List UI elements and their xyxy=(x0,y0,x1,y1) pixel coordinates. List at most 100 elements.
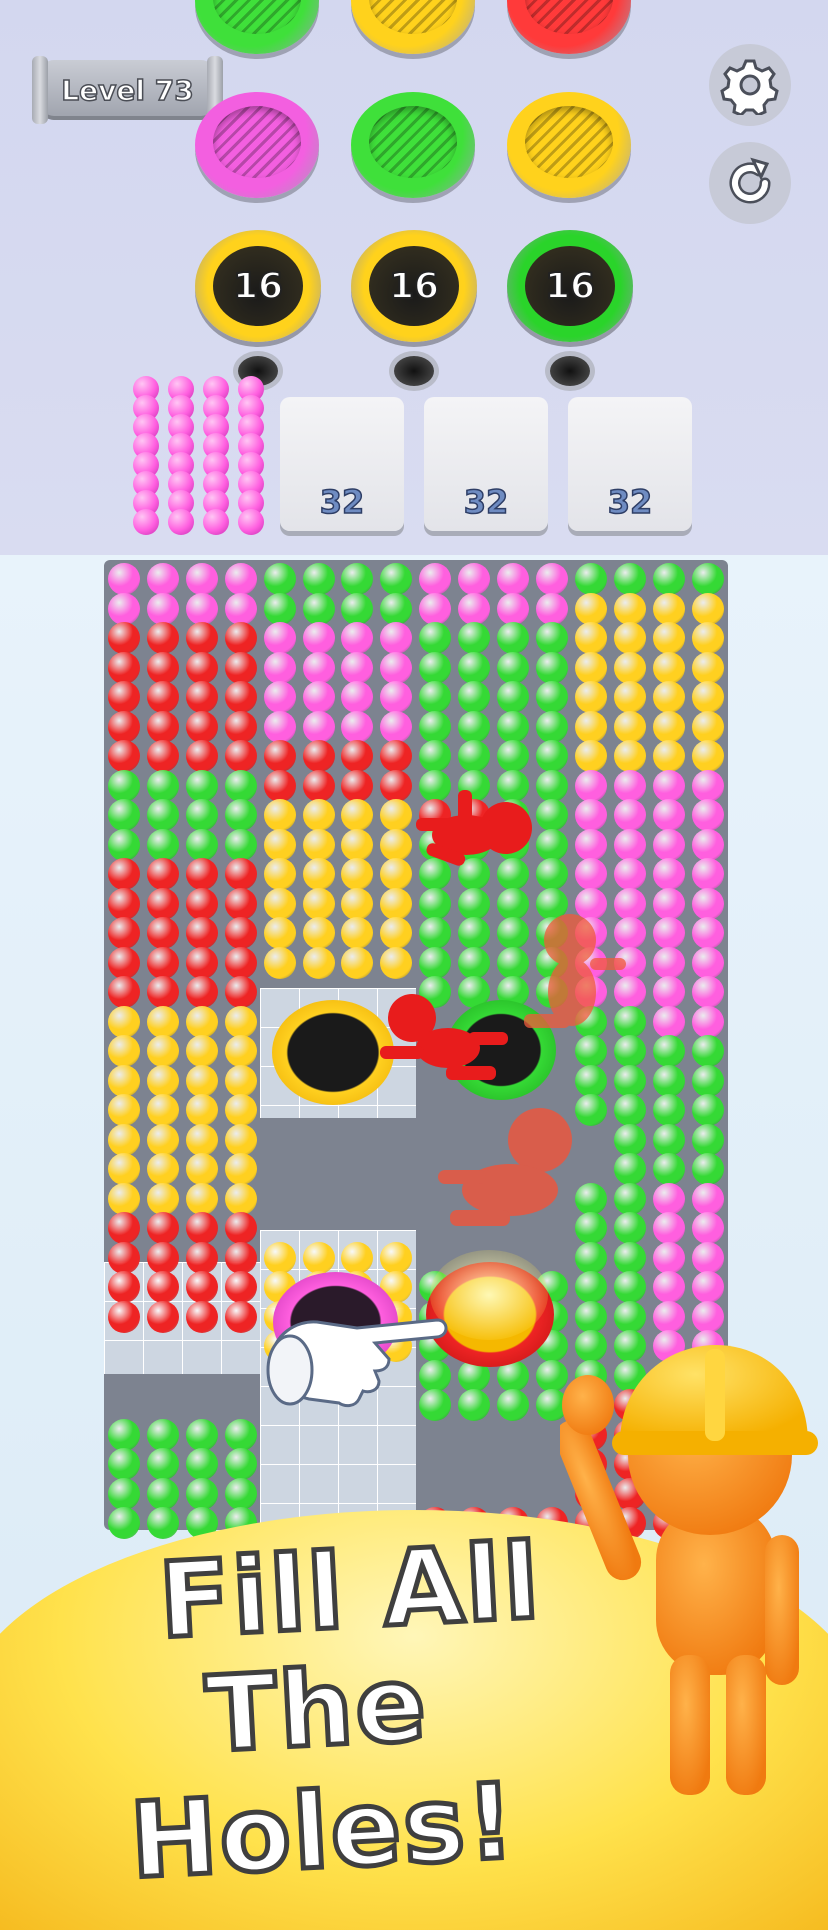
board-ball xyxy=(263,622,296,654)
board-ball xyxy=(574,799,607,831)
board-ball xyxy=(341,1241,374,1274)
hole-count-label: 16 xyxy=(232,265,284,308)
board-ball xyxy=(302,592,335,625)
board-ball xyxy=(535,622,568,654)
board-ball xyxy=(224,1005,257,1038)
board-ball xyxy=(224,1477,257,1510)
board-ball xyxy=(652,858,685,890)
board-ball xyxy=(146,946,179,979)
board-ball xyxy=(185,1182,218,1215)
board-ball xyxy=(652,592,685,625)
collector-slot-3[interactable]: 32 xyxy=(568,397,692,531)
board-ball xyxy=(108,1035,140,1067)
board-ball xyxy=(497,1389,529,1421)
red-figure-fading xyxy=(524,914,626,1028)
board-ball xyxy=(302,681,335,713)
board-ball xyxy=(185,622,218,654)
board-ball xyxy=(146,710,179,743)
board-ball xyxy=(535,651,568,684)
board-ball xyxy=(108,1153,140,1185)
slot-count-label: 32 xyxy=(319,482,365,522)
hole-counter-1[interactable]: 16 xyxy=(195,230,321,342)
collector-slot-1[interactable]: 32 xyxy=(280,397,404,531)
board-ball xyxy=(146,1035,179,1067)
board-ball xyxy=(146,740,179,772)
board-ball xyxy=(185,858,218,890)
board-ball xyxy=(263,1241,296,1274)
lid-6[interactable] xyxy=(507,92,631,198)
lid-pattern xyxy=(525,0,613,34)
board-ball xyxy=(652,1212,685,1244)
board-ball xyxy=(302,1241,335,1274)
board-ball xyxy=(652,1241,685,1274)
board-ball xyxy=(574,622,607,654)
board-ball xyxy=(613,651,646,684)
restart-button[interactable] xyxy=(709,142,791,224)
board-ball xyxy=(224,1094,257,1126)
board-ball xyxy=(652,1005,685,1038)
board-ball xyxy=(691,592,724,625)
board-ball xyxy=(574,710,607,743)
board-ball xyxy=(108,1005,140,1038)
board-ball xyxy=(691,681,724,713)
hole-counter-2[interactable]: 16 xyxy=(351,230,477,342)
board-ball xyxy=(652,769,685,802)
board-ball xyxy=(419,563,452,595)
board-ball xyxy=(691,740,724,772)
board-ball xyxy=(108,799,140,831)
board-ball xyxy=(574,592,607,625)
queue-ball xyxy=(203,509,229,535)
board-ball xyxy=(185,651,218,684)
board-ball xyxy=(380,651,413,684)
board-ball xyxy=(108,710,140,743)
board-ball xyxy=(302,710,335,743)
board-ball xyxy=(302,887,335,920)
drop-hole xyxy=(394,356,434,386)
board-ball xyxy=(691,976,724,1008)
board-ball xyxy=(224,1448,257,1480)
board-ball xyxy=(185,887,218,920)
board-ball xyxy=(185,563,218,595)
board-ball xyxy=(535,563,568,595)
board-ball xyxy=(458,651,491,684)
board-ball xyxy=(108,592,140,625)
board-ball xyxy=(691,1005,724,1038)
board-ball xyxy=(185,799,218,831)
board-ball xyxy=(302,946,335,979)
hole-counter-3[interactable]: 16 xyxy=(507,230,633,342)
board-ball xyxy=(146,1123,179,1156)
board-ball xyxy=(613,828,646,861)
board-ball xyxy=(302,651,335,684)
board-ball xyxy=(185,976,218,1008)
board-ball xyxy=(224,563,257,595)
board-ball xyxy=(652,710,685,743)
board-ball xyxy=(302,622,335,654)
board-ball xyxy=(574,1064,607,1097)
board-ball xyxy=(224,1035,257,1067)
board-ball xyxy=(613,1094,646,1126)
board-ball xyxy=(613,1123,646,1156)
collector-slot-2[interactable]: 32 xyxy=(424,397,548,531)
board-ball xyxy=(341,710,374,743)
board-ball xyxy=(263,592,296,625)
board-ball xyxy=(652,622,685,654)
board-ball xyxy=(574,769,607,802)
board-ball xyxy=(146,1064,179,1097)
board-ball xyxy=(224,681,257,713)
lid-5[interactable] xyxy=(351,92,475,198)
board-ball xyxy=(185,740,218,772)
board-ball xyxy=(146,1300,179,1333)
board-ball xyxy=(146,1241,179,1274)
board-ball xyxy=(691,563,724,595)
board-ball xyxy=(652,1064,685,1097)
board-ball xyxy=(652,651,685,684)
lid-4[interactable] xyxy=(195,92,319,198)
board-ball xyxy=(185,592,218,625)
board-ball xyxy=(263,946,296,979)
board-ball xyxy=(574,858,607,890)
board-ball xyxy=(497,681,529,713)
board-ball xyxy=(263,740,296,772)
settings-button[interactable] xyxy=(709,44,791,126)
board-ball xyxy=(185,681,218,713)
board-ball xyxy=(691,828,724,861)
